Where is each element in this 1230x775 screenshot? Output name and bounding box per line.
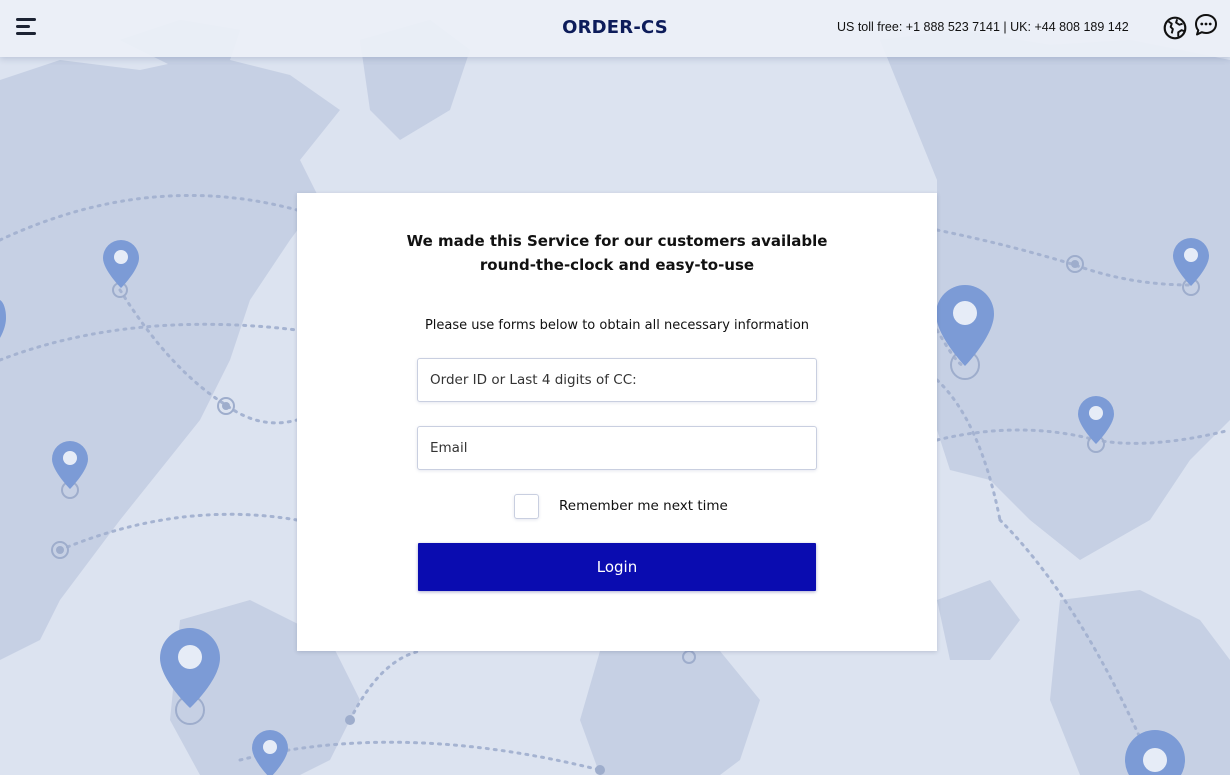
card-title-line2: round-the-clock and easy-to-use (479, 256, 755, 274)
remember-me-label: Remember me next time (559, 498, 728, 514)
chat-bubble-icon[interactable] (1193, 12, 1219, 38)
hamburger-menu-icon[interactable] (14, 16, 40, 38)
email-input[interactable] (417, 426, 817, 470)
remember-me-checkbox[interactable] (514, 493, 539, 519)
card-title-line1: We made this Service for our customers a… (406, 232, 828, 250)
toll-free-phones: US toll free: +1 888 523 7141 | UK: +44 … (837, 20, 1129, 34)
login-card: We made this Service for our customers a… (297, 193, 937, 651)
remember-me-toggle[interactable]: Remember me next time (514, 493, 728, 519)
card-title: We made this Service for our customers a… (297, 229, 937, 277)
card-subtitle: Please use forms below to obtain all nec… (424, 318, 810, 333)
globe-icon[interactable] (1162, 15, 1188, 41)
order-id-input[interactable] (417, 358, 817, 402)
login-button[interactable]: Login (418, 543, 816, 591)
top-header: ORDER-CS US toll free: +1 888 523 7141 |… (0, 0, 1230, 57)
